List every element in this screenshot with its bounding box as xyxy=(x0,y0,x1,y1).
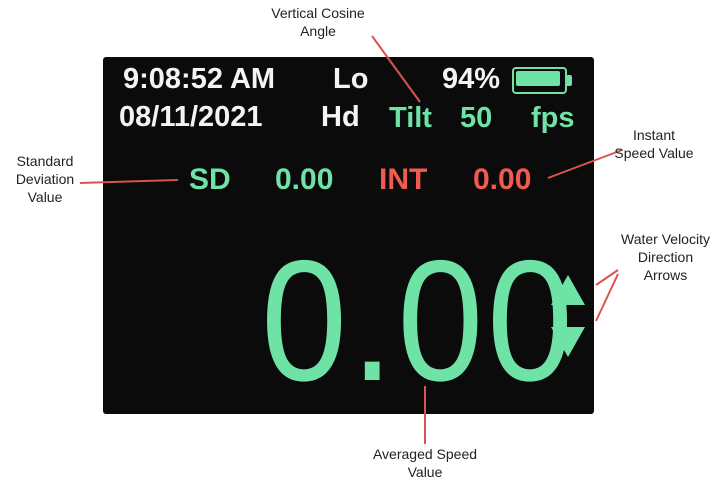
tilt-label: Tilt xyxy=(389,102,432,134)
down-arrow-icon xyxy=(551,327,585,357)
mode-indicator: Hd xyxy=(321,101,360,133)
up-arrow-icon xyxy=(551,275,585,305)
battery-percentage: 94% xyxy=(442,63,501,95)
battery-icon xyxy=(512,67,573,94)
callout-line: Instant xyxy=(632,127,676,143)
range-indicator: Lo xyxy=(333,63,369,95)
callout-direction-arrows: Water Velocity Direction Arrows xyxy=(608,230,723,284)
callout-line: Vertical Cosine xyxy=(271,5,365,21)
date: 08/11/2021 xyxy=(119,101,263,133)
battery-fill xyxy=(516,71,560,86)
callout-line: Water Velocity xyxy=(621,231,710,247)
averaged-speed-value: 0.00 xyxy=(261,225,577,414)
callout-line: Averaged Speed xyxy=(372,446,478,462)
tilt-value: 50 xyxy=(460,102,493,134)
callout-standard-deviation: Standard Deviation Value xyxy=(0,152,90,206)
int-label: INT xyxy=(379,163,428,196)
callout-line: Standard xyxy=(16,153,74,169)
callout-line: Value xyxy=(407,464,443,480)
callout-line: Arrows xyxy=(643,267,688,283)
callout-line: Angle xyxy=(300,23,336,39)
callout-line: Direction xyxy=(637,249,694,265)
callout-line: Value xyxy=(27,189,63,205)
callout-vertical-cosine-angle: Vertical Cosine Angle xyxy=(243,4,393,40)
sd-label: SD xyxy=(189,163,231,196)
clock-time: 9:08:52 AM xyxy=(123,63,276,95)
units-label: fps xyxy=(531,102,575,134)
int-value: 0.00 xyxy=(473,163,532,196)
callout-instant-speed: Instant Speed Value xyxy=(585,126,723,162)
device-screen: 9:08:52 AM Lo 94% 08/11/2021 Hd Tilt 50 … xyxy=(103,57,594,414)
callout-line: Speed Value xyxy=(614,145,694,161)
sd-value: 0.00 xyxy=(275,163,334,196)
callout-line: Deviation xyxy=(15,171,75,187)
callout-averaged-speed: Averaged Speed Value xyxy=(345,445,505,481)
